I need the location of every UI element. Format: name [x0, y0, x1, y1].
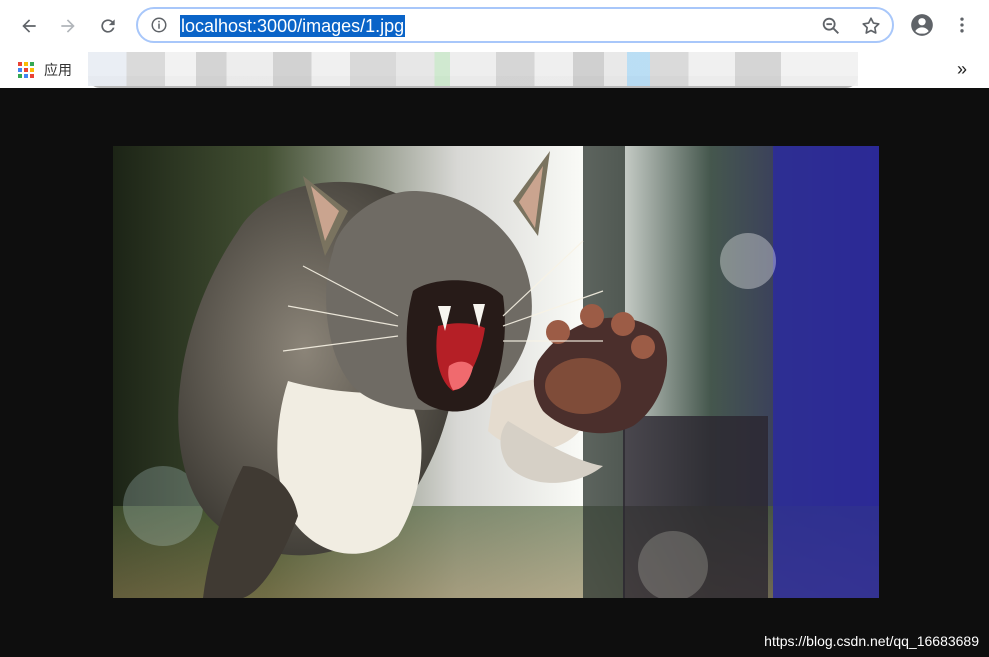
- apps-grid-icon: [18, 62, 34, 78]
- zoom-out-icon[interactable]: [820, 15, 842, 37]
- info-icon[interactable]: [150, 16, 168, 34]
- apps-label: 应用: [44, 62, 72, 78]
- bookmarks-overflow-button[interactable]: »: [957, 57, 967, 81]
- apps-shortcut[interactable]: 应用: [18, 58, 72, 82]
- bookmarks-bar: 应用 »: [0, 52, 989, 88]
- cat-photo: [113, 146, 879, 598]
- account-circle-icon: [911, 14, 933, 36]
- more-vert-icon: [960, 17, 964, 33]
- menu-button[interactable]: [950, 11, 974, 39]
- reload-icon: [101, 19, 115, 33]
- browser-toolbar: localhost:3000/images/1.jpg: [0, 0, 989, 52]
- arrow-right-icon: [61, 19, 75, 33]
- url-text[interactable]: localhost:3000/images/1.jpg: [180, 15, 406, 37]
- redacted-bookmarks: [88, 52, 858, 86]
- reload-button[interactable]: [93, 11, 123, 41]
- back-button[interactable]: [14, 11, 44, 41]
- watermark: https://blog.csdn.net/qq_16683689: [764, 633, 979, 649]
- forward-button[interactable]: [53, 11, 83, 41]
- cat-photo-illustration: [113, 146, 879, 598]
- profile-button[interactable]: [908, 11, 936, 39]
- address-bar[interactable]: localhost:3000/images/1.jpg: [136, 7, 894, 43]
- star-icon[interactable]: [860, 15, 882, 37]
- arrow-left-icon: [22, 19, 36, 33]
- image-viewer: https://blog.csdn.net/qq_16683689: [0, 88, 989, 657]
